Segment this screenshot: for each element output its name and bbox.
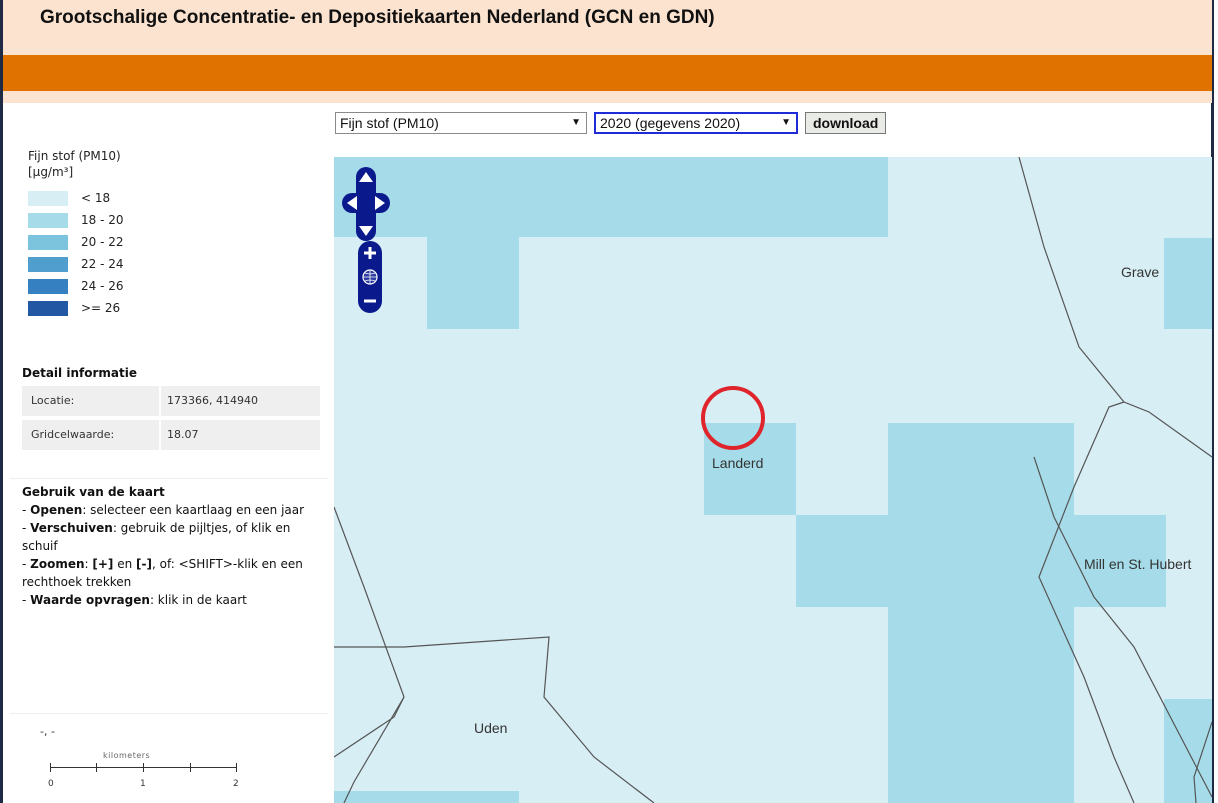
detail-key: Gridcelwaarde: — [22, 420, 159, 450]
legend-swatch — [28, 256, 68, 272]
dropdown-arrow-icon: ▼ — [571, 117, 581, 128]
legend-unit: [µg/m³] — [28, 165, 74, 179]
legend-label: < 18 — [81, 191, 111, 205]
usage-zoom-plus: [+] — [92, 557, 114, 571]
legend-item: >= 26 — [28, 300, 120, 316]
scale-label: kilometers — [103, 751, 151, 760]
divider — [10, 478, 328, 479]
sidebar: Fijn stof (PM10) [µg/m³] < 18 18 - 20 20… — [3, 103, 330, 803]
scale-number: 0 — [48, 779, 54, 789]
legend-item: 18 - 20 — [28, 212, 124, 228]
usage-key: Waarde opvragen — [30, 593, 150, 607]
scale-number: 1 — [140, 779, 146, 789]
place-label-grave: Grave — [1121, 264, 1160, 280]
mouse-coordinates: -, - — [40, 725, 55, 738]
legend-label: 18 - 20 — [81, 213, 124, 227]
usage-item-move: - Verschuiven: gebruik de pijltjes, of k… — [22, 521, 291, 553]
usage-text: en — [113, 557, 137, 571]
pan-control[interactable] — [342, 167, 392, 241]
legend-item: 22 - 24 — [28, 256, 124, 272]
place-label-uden: Uden — [474, 720, 508, 736]
legend-swatch — [28, 278, 68, 294]
usage-instructions: Gebruik van de kaart - Openen: selecteer… — [22, 483, 312, 609]
legend-label: 24 - 26 — [81, 279, 124, 293]
detail-key: Locatie: — [22, 386, 159, 416]
divider — [10, 713, 328, 714]
usage-key: Zoomen — [30, 557, 85, 571]
usage-key: Verschuiven — [30, 521, 113, 535]
detail-row: Gridcelwaarde: 18.07 — [22, 420, 320, 450]
usage-item-zoom: - Zoomen: [+] en [-], of: <SHIFT>-klik e… — [22, 557, 303, 589]
place-label-mill-en-st-hubert: Mill en St. Hubert — [1084, 556, 1192, 572]
municipality-borders — [334, 157, 1212, 803]
detail-value: 173366, 414940 — [161, 386, 320, 416]
legend-swatch — [28, 300, 68, 316]
usage-text: : selecteer een kaartlaag en een jaar — [82, 503, 305, 517]
legend-swatch — [28, 234, 68, 250]
orange-banner — [3, 55, 1212, 91]
zoom-control[interactable] — [358, 241, 382, 313]
legend-title-line: Fijn stof (PM10) — [28, 149, 121, 163]
scale-tick — [96, 763, 97, 772]
usage-heading: Gebruik van de kaart — [22, 485, 165, 499]
header-strip — [3, 91, 1212, 103]
legend-swatch — [28, 190, 68, 206]
detail-row: Locatie: 173366, 414940 — [22, 386, 320, 416]
legend-label: >= 26 — [81, 301, 121, 315]
scale-tick — [236, 763, 237, 772]
layer-select-value: Fijn stof (PM10) — [340, 115, 439, 131]
scale-tick — [143, 763, 144, 772]
usage-zoom-minus: [-] — [136, 557, 152, 571]
legend-label: 20 - 22 — [81, 235, 124, 249]
legend-item: 24 - 26 — [28, 278, 124, 294]
usage-item-open: - Openen: selecteer een kaartlaag en een… — [22, 503, 305, 517]
map-canvas[interactable]: Grave Landerd Mill en St. Hubert Uden — [334, 157, 1212, 803]
dropdown-arrow-icon: ▼ — [781, 117, 791, 128]
toolbar: Fijn stof (PM10) ▼ 2020 (gegevens 2020) … — [335, 112, 887, 134]
legend-item: < 18 — [28, 190, 110, 206]
scale-number: 2 — [233, 779, 239, 789]
scale-tick — [50, 763, 51, 772]
detail-table: Locatie: 173366, 414940 Gridcelwaarde: 1… — [22, 386, 320, 454]
detail-heading: Detail informatie — [22, 366, 137, 380]
usage-key: Openen — [30, 503, 83, 517]
location-marker-icon — [701, 386, 765, 450]
header: Grootschalige Concentratie- en Depositie… — [3, 0, 1212, 55]
place-label-landerd: Landerd — [712, 455, 764, 471]
legend-item: 20 - 22 — [28, 234, 124, 250]
legend-title: Fijn stof (PM10) [µg/m³] — [28, 148, 121, 180]
layer-select[interactable]: Fijn stof (PM10) ▼ — [335, 112, 587, 134]
page-title: Grootschalige Concentratie- en Depositie… — [40, 7, 715, 28]
legend-label: 22 - 24 — [81, 257, 124, 271]
year-select[interactable]: 2020 (gegevens 2020) ▼ — [594, 112, 798, 134]
legend-swatch — [28, 212, 68, 228]
scale-tick — [190, 763, 191, 772]
usage-item-query: - Waarde opvragen: klik in de kaart — [22, 593, 247, 607]
usage-text: : klik in de kaart — [149, 593, 247, 607]
detail-value: 18.07 — [161, 420, 320, 450]
download-button[interactable]: download — [805, 112, 887, 134]
year-select-value: 2020 (gegevens 2020) — [600, 115, 741, 131]
scale-bar: kilometers 0 1 2 — [43, 751, 243, 795]
